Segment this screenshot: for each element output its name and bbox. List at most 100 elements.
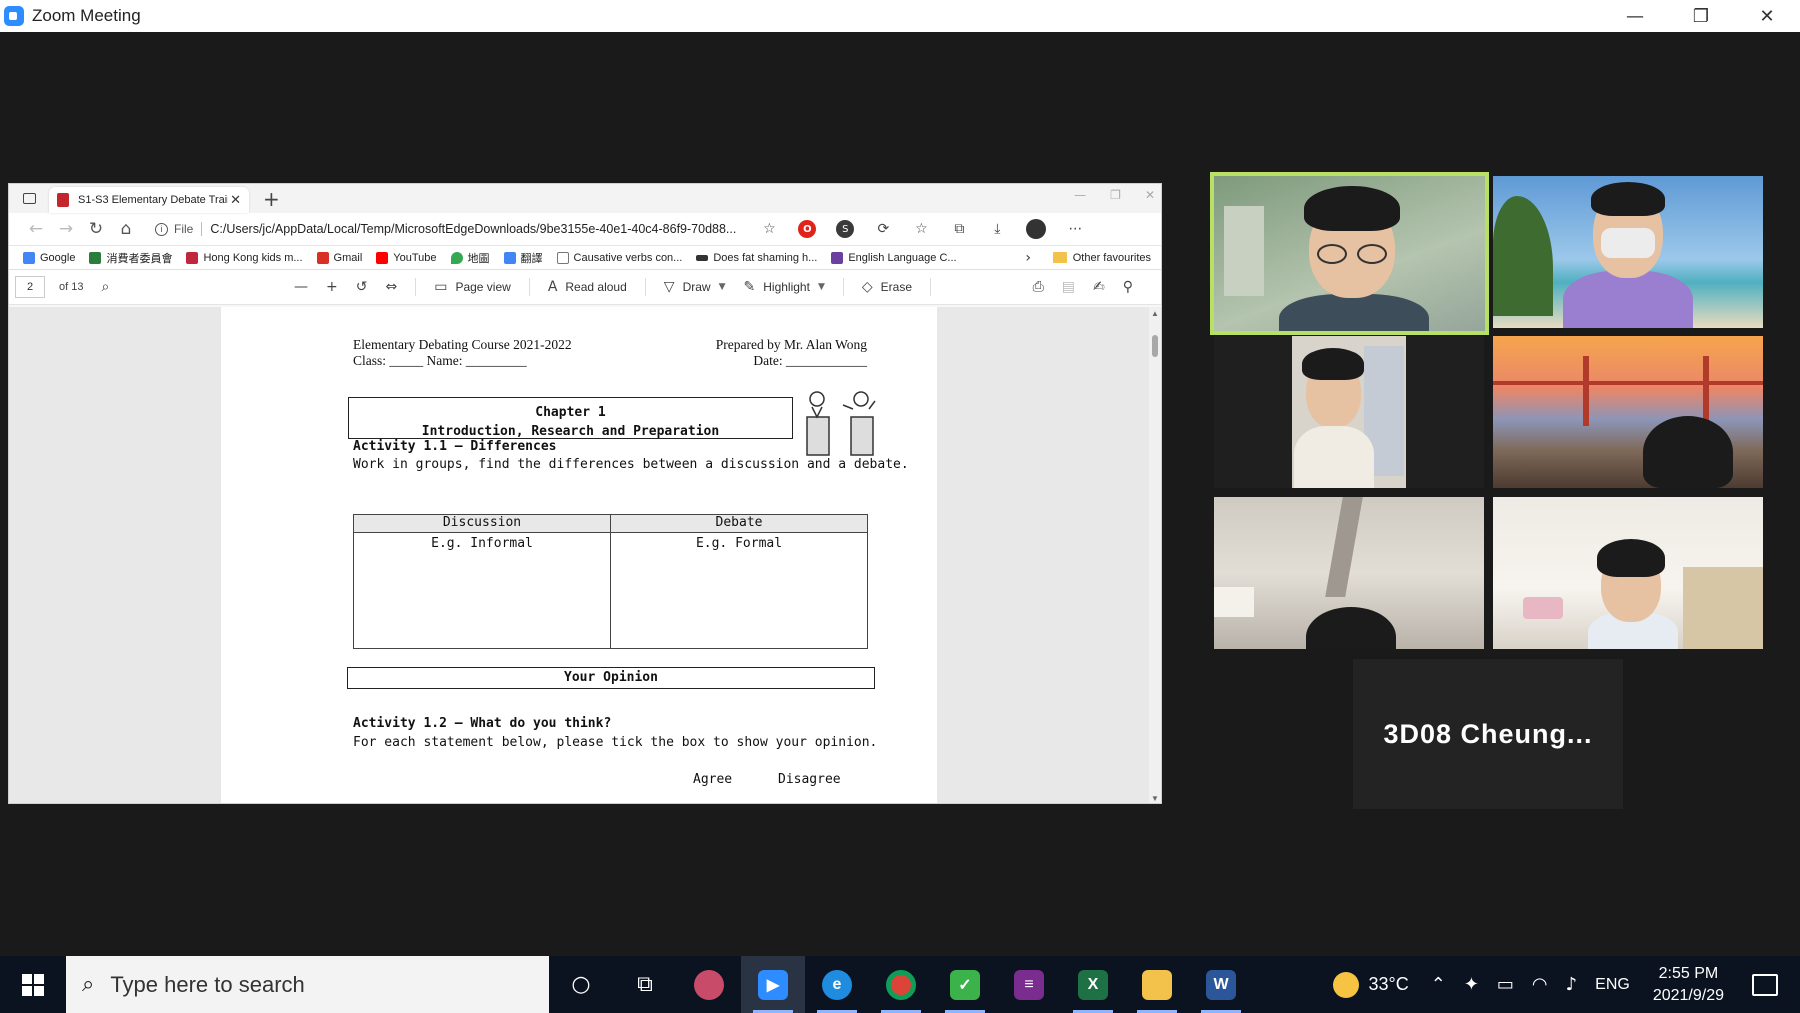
dropbox-icon[interactable]: ✦: [1464, 974, 1479, 995]
back-icon[interactable]: ←: [21, 219, 51, 239]
close-button[interactable]: ✕: [1734, 0, 1800, 32]
zoom-in-button[interactable]: +: [326, 279, 338, 295]
clock[interactable]: 2:55 PM 2021/9/29: [1653, 963, 1724, 1007]
taskbar-app-word[interactable]: W: [1189, 956, 1253, 1013]
volume-icon[interactable]: ♪: [1566, 974, 1578, 995]
activity-2-title: Activity 1.2 – What do you think?: [353, 716, 612, 731]
site-info[interactable]: i File: [155, 222, 193, 236]
profile-avatar[interactable]: [1026, 219, 1047, 239]
favorite-item[interactable]: Hong Kong kids m...: [186, 251, 303, 264]
print-button[interactable]: ⎙: [1033, 279, 1044, 295]
winrar-icon: ≡: [1014, 969, 1044, 1000]
highlight-button[interactable]: ✎ Highlight ▼: [744, 279, 825, 295]
chevron-right-icon[interactable]: ›: [1025, 250, 1031, 266]
tab-close-icon[interactable]: ✕: [230, 192, 241, 208]
language-indicator[interactable]: ENG: [1595, 976, 1630, 994]
tab-actions-icon[interactable]: [19, 189, 39, 209]
taskbar-app[interactable]: ✓: [933, 956, 997, 1013]
adblock-icon[interactable]: O: [798, 220, 817, 238]
video-tile-participant[interactable]: [1493, 176, 1763, 328]
refresh-icon[interactable]: ↻: [81, 219, 111, 239]
pdf-icon: [57, 193, 69, 207]
taskbar-app-edge[interactable]: e: [805, 956, 869, 1013]
wifi-icon[interactable]: ◠: [1532, 974, 1548, 995]
video-tile-participant[interactable]: [1493, 336, 1763, 488]
favorite-item[interactable]: Causative verbs con...: [556, 251, 682, 264]
download-icon[interactable]: ⤓: [988, 220, 1006, 238]
draw-icon: ▽: [663, 279, 675, 295]
task-view-button[interactable]: ⧉: [613, 956, 677, 1013]
new-tab-button[interactable]: +: [263, 187, 280, 211]
favorite-item[interactable]: Google: [23, 251, 75, 264]
excel-icon: X: [1078, 969, 1108, 1000]
save-as-button[interactable]: ✍: [1093, 279, 1105, 295]
taskbar-app-winrar[interactable]: ≡: [997, 956, 1061, 1013]
rotate-button[interactable]: ↺: [356, 279, 368, 295]
save-button[interactable]: ▤: [1062, 279, 1075, 295]
home-icon[interactable]: ⌂: [111, 219, 141, 239]
search-icon[interactable]: ⌕: [101, 279, 109, 295]
pdf-scrollbar[interactable]: ▲ ▼: [1149, 307, 1161, 803]
favorite-star-icon[interactable]: ☆: [760, 220, 778, 238]
differences-table: Discussion Debate E.g. Informal E.g. For…: [353, 514, 868, 649]
favorite-item[interactable]: 翻譯: [503, 250, 543, 266]
temperature[interactable]: 33°C: [1369, 974, 1409, 995]
favorite-item[interactable]: 地圖: [450, 250, 490, 266]
taskbar-app-chrome[interactable]: [869, 956, 933, 1013]
weather-icon[interactable]: [1332, 971, 1359, 998]
tab-title: S1-S3 Elementary Debate Trainin: [78, 194, 228, 206]
favorites-icon[interactable]: ☆: [912, 220, 930, 238]
favorite-item[interactable]: Gmail: [316, 251, 362, 264]
forward-icon[interactable]: →: [51, 219, 81, 239]
scroll-down-icon: ▼: [1151, 794, 1159, 803]
page-number-input[interactable]: 2: [15, 276, 45, 298]
battery-icon[interactable]: ▭: [1497, 974, 1514, 995]
extension-icon[interactable]: S: [836, 220, 855, 238]
extension-puzzle-icon[interactable]: ⟳: [874, 220, 892, 238]
more-menu-icon[interactable]: ⋯: [1066, 220, 1084, 238]
read-aloud-button[interactable]: A Read aloud: [548, 279, 627, 295]
participant-name-tile[interactable]: 3D08 Cheung...: [1353, 659, 1623, 809]
erase-button[interactable]: ◇ Erase: [862, 279, 912, 295]
fit-page-button[interactable]: ⇔: [385, 279, 397, 295]
favorite-item[interactable]: 消費者委員會: [89, 250, 172, 266]
pdf-toolbar: 2 of 13 ⌕ — + ↺ ⇔ ▭ Page view A Read aloud…: [9, 270, 1161, 305]
minimize-button[interactable]: —: [1602, 0, 1668, 32]
shared-screen-browser: S1-S3 Elementary Debate Trainin ✕ + — ❐ …: [8, 183, 1162, 804]
cortana-button[interactable]: ○: [549, 956, 613, 1013]
browser-minimize-icon[interactable]: —: [1074, 188, 1086, 202]
video-tile-active-speaker[interactable]: [1210, 172, 1489, 335]
table-header: Discussion Debate: [354, 515, 867, 533]
browser-close-icon[interactable]: ✕: [1145, 188, 1155, 202]
video-tile-participant[interactable]: [1493, 497, 1763, 649]
favorite-item[interactable]: YouTube: [376, 251, 437, 264]
favorite-item[interactable]: English Language C...: [831, 251, 957, 264]
toolbar-divider: [528, 278, 530, 296]
zoom-title-bar: Zoom Meeting — ❐ ✕: [0, 0, 1800, 32]
system-tray: 33°C ⌃ ✦ ▭ ◠ ♪ ENG 2:55 PM 2021/9/29: [1332, 956, 1800, 1013]
url-field[interactable]: C:/Users/jc/AppData/Local/Temp/Microsoft…: [210, 222, 750, 236]
page-view-button[interactable]: ▭ Page view: [434, 279, 511, 295]
collections-icon[interactable]: ⧉: [950, 220, 968, 238]
taskbar-search[interactable]: ⌕ Type here to search: [66, 956, 549, 1013]
save-as-icon: ✍: [1093, 279, 1105, 295]
zoom-out-button[interactable]: —: [294, 279, 308, 295]
taskbar-app-explorer[interactable]: [1125, 956, 1189, 1013]
video-tile-participant[interactable]: [1214, 336, 1484, 488]
other-favourites[interactable]: Other favourites: [1052, 252, 1151, 264]
restore-button[interactable]: ❐: [1668, 0, 1734, 32]
taskbar-app[interactable]: [677, 956, 741, 1013]
minus-icon: —: [294, 279, 308, 295]
notification-center-icon[interactable]: [1752, 973, 1778, 996]
show-hidden-icons-icon[interactable]: ⌃: [1431, 974, 1446, 995]
favorite-item[interactable]: Does fat shaming h...: [696, 252, 817, 264]
bookmark-icon: [186, 251, 199, 264]
pin-toolbar-button[interactable]: ⚲: [1123, 279, 1133, 295]
taskbar-app-zoom[interactable]: ▶: [741, 956, 805, 1013]
start-button[interactable]: [0, 956, 66, 1013]
browser-restore-icon[interactable]: ❐: [1110, 188, 1121, 202]
video-tile-participant[interactable]: [1214, 497, 1484, 649]
taskbar-app-excel[interactable]: X: [1061, 956, 1125, 1013]
draw-button[interactable]: ▽ Draw ▼: [664, 279, 726, 295]
browser-tab[interactable]: S1-S3 Elementary Debate Trainin ✕: [49, 187, 249, 213]
